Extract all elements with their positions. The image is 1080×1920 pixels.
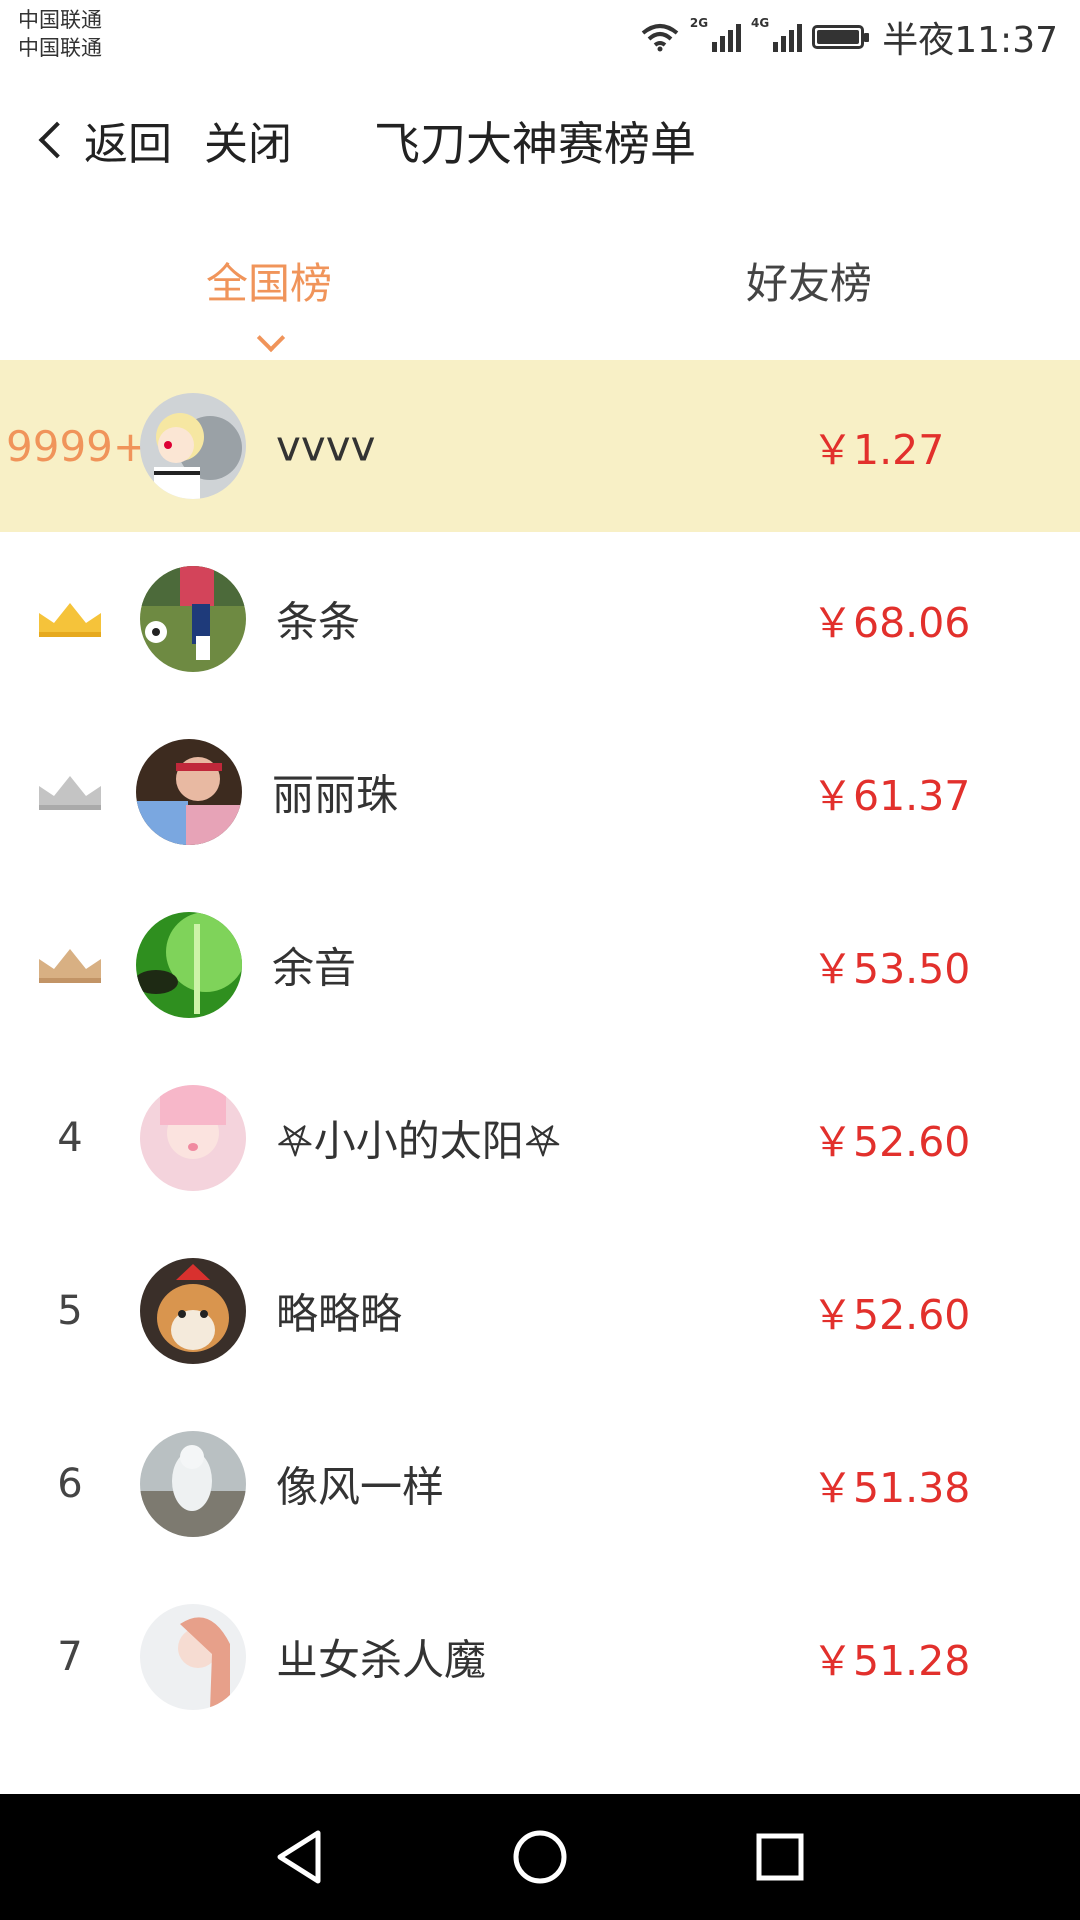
network-type-2g: 2G [689,16,709,30]
signal-bars-icon [773,22,803,52]
prize-amount: ￥1.27 [812,426,945,474]
list-item[interactable]: 余音 ￥53.50 [0,878,1080,1051]
player-name: 略略略 [276,1289,403,1338]
close-button[interactable]: 关闭 [204,108,292,172]
list-item[interactable]: 7 ㄓ女杀人魔 ￥51.28 [0,1570,1080,1743]
page-title: 飞刀大神赛榜单 [374,117,696,171]
silver-crown-icon [39,775,101,810]
chevron-down-icon [256,323,286,353]
avatar [140,565,246,672]
player-name: vvvv [276,421,376,471]
list-item[interactable]: 5 略略略 ￥52.60 [0,1224,1080,1397]
list-item[interactable]: 6 像风一样 ￥51.38 [0,1397,1080,1570]
recents-square-icon[interactable] [750,1827,810,1887]
prize-amount: ￥53.50 [812,944,971,993]
list-item[interactable]: 4 𖤐小小的太阳𖤐 ￥52.60 [0,1051,1080,1224]
back-label: 返回 [84,119,172,170]
home-circle-icon[interactable] [510,1827,570,1887]
prize-amount: ￥61.37 [812,771,971,820]
player-name: ㄓ女杀人魔 [276,1635,487,1684]
avatar [140,1430,246,1537]
avatar [140,1084,246,1191]
avatar [140,1257,246,1364]
rank-number: 6 [57,1460,83,1507]
rank-number: 9999+ [6,421,149,471]
tab-friends[interactable]: 好友榜 [746,250,872,311]
back-button[interactable]: 返回 [38,108,172,172]
signal-bars-icon [712,22,742,52]
list-item[interactable]: 丽丽珠 ￥61.37 [0,705,1080,878]
battery-icon [812,25,870,49]
gold-crown-icon [39,602,101,637]
prize-amount: ￥68.06 [812,598,971,647]
avatar [140,1603,246,1710]
rank-badge [0,878,140,1051]
prize-amount: ￥52.60 [812,1290,971,1339]
rank-badge [0,532,140,705]
player-name: 𖤐小小的太阳𖤐 [276,1116,562,1165]
avatar [136,911,242,1018]
player-name: 丽丽珠 [272,770,399,819]
prize-amount: ￥52.60 [812,1117,971,1166]
carrier-labels: 中国联通 中国联通 [18,6,102,62]
carrier-1: 中国联通 [18,8,102,32]
player-name: 余音 [272,943,357,992]
player-name: 像风一样 [276,1462,445,1511]
top-navigation: 返回 关闭 飞刀大神赛榜单 [0,90,1080,190]
tab-national[interactable]: 全国榜 [206,250,332,311]
rank-number: 5 [57,1287,83,1334]
my-rank-row[interactable]: 9999+ vvvv ￥1.27 [0,360,1080,532]
rank-number: 4 [57,1114,83,1161]
avatar [136,738,242,845]
chevron-left-icon [38,121,76,159]
rank-badge [0,705,140,878]
leaderboard-tabs: 全国榜 好友榜 [0,236,1080,356]
wifi-icon [641,24,679,52]
prize-amount: ￥51.38 [812,1463,971,1512]
status-indicators: 2G 4G 半夜11:37 [640,12,1058,62]
player-name: 条条 [276,597,361,646]
list-item[interactable]: 条条 ￥68.06 [0,532,1080,705]
system-navigation-bar [0,1794,1080,1920]
prize-amount: ￥51.28 [812,1636,971,1685]
bronze-crown-icon [39,948,101,983]
leaderboard-list: 9999+ vvvv ￥1.27 条条 ￥68.06 丽丽珠 ￥61.37 余音… [0,360,1080,1743]
carrier-2: 中国联通 [18,36,102,60]
network-type-4g: 4G [751,16,770,30]
avatar [140,393,246,499]
status-bar: 中国联通 中国联通 2G 4G 半夜11:37 [0,0,1080,72]
clock: 半夜11:37 [882,20,1058,61]
rank-number: 7 [57,1633,83,1680]
back-triangle-icon[interactable] [272,1827,332,1887]
